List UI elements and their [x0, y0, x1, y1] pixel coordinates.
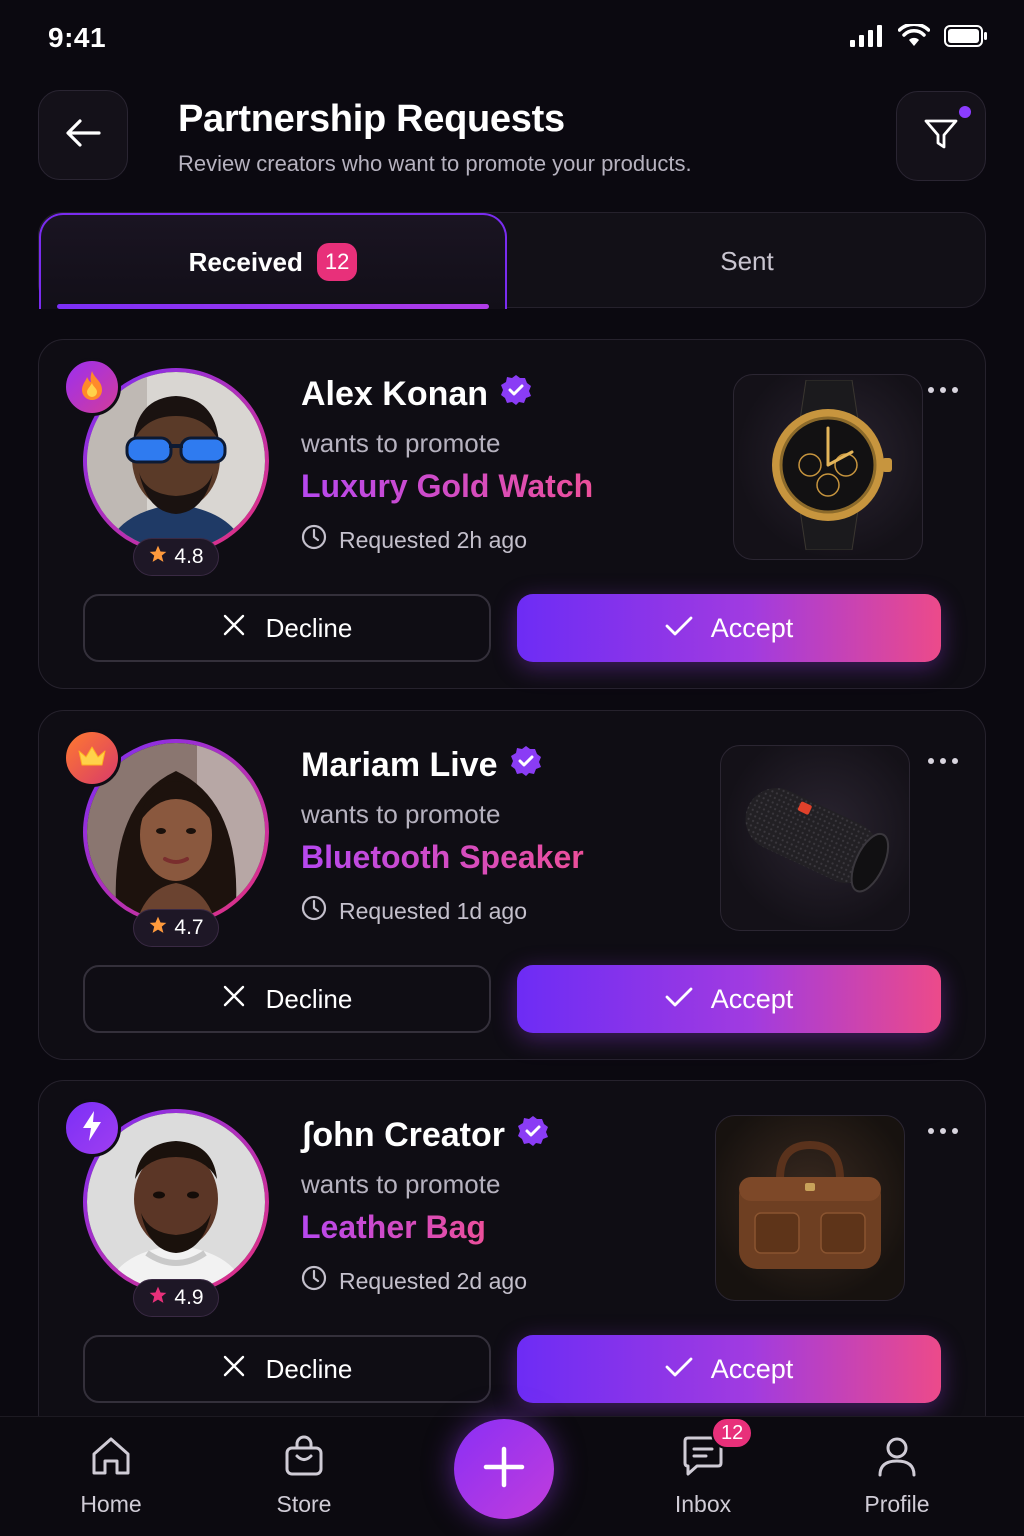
nav-profile[interactable]: Profile — [837, 1435, 957, 1518]
tab-sent-label: Sent — [720, 245, 774, 276]
request-tabs: Received 12 Sent — [38, 212, 986, 309]
product-image[interactable] — [720, 745, 910, 931]
tab-received[interactable]: Received 12 — [39, 213, 507, 309]
wants-to-promote-label: wants to promote — [301, 428, 501, 458]
requested-time: Requested 2h ago — [301, 524, 527, 556]
rating-value: 4.9 — [174, 1286, 204, 1309]
accept-button[interactable]: Accept — [517, 1335, 941, 1403]
lightning-badge — [63, 1099, 121, 1157]
clock-icon — [301, 524, 327, 556]
create-button[interactable] — [454, 1419, 554, 1519]
product-image[interactable] — [733, 374, 923, 560]
bag-icon — [725, 1131, 895, 1286]
more-options-button[interactable] — [927, 1111, 959, 1142]
speaker-icon — [730, 776, 900, 901]
creator-avatar-wrap[interactable]: 4.9 — [63, 1099, 269, 1317]
nav-home[interactable]: Home — [51, 1435, 171, 1518]
rating-value: 4.7 — [174, 916, 204, 939]
decline-button[interactable]: Decline — [83, 594, 491, 662]
close-icon — [222, 613, 246, 644]
product-name[interactable]: Bluetooth Speaker — [301, 839, 584, 876]
star-icon — [148, 915, 168, 941]
bottom-nav: Home Store 12 Inbox Profile — [0, 1416, 1024, 1536]
inbox-count-badge: 12 — [711, 1417, 754, 1449]
check-icon — [665, 1354, 693, 1385]
filter-active-dot — [959, 106, 971, 118]
product-name[interactable]: Luxury Gold Watch — [301, 468, 593, 505]
chat-icon: 12 — [681, 1417, 754, 1483]
close-icon — [222, 1354, 246, 1385]
watch-icon — [748, 379, 908, 555]
verified-icon — [510, 745, 542, 786]
back-button[interactable] — [38, 90, 128, 180]
nav-store[interactable]: Store — [244, 1435, 364, 1518]
tab-received-label: Received — [188, 246, 303, 277]
more-options-button[interactable] — [927, 370, 959, 401]
wants-to-promote-label: wants to promote — [301, 799, 501, 829]
product-image[interactable] — [715, 1115, 905, 1301]
status-bar: 9:41 — [0, 0, 1024, 80]
requested-time: Requested 2d ago — [301, 1265, 527, 1297]
lightning-icon — [81, 1110, 103, 1147]
crown-icon — [76, 743, 108, 774]
decline-button[interactable]: Decline — [83, 965, 491, 1033]
verified-icon — [517, 1115, 549, 1156]
star-icon — [148, 1285, 168, 1311]
creator-name[interactable]: ʃohn Creator — [301, 1115, 549, 1156]
creator-name[interactable]: Mariam Live — [301, 745, 542, 786]
close-icon — [222, 984, 246, 1015]
wifi-icon — [897, 22, 931, 53]
wants-to-promote-label: wants to promote — [301, 1169, 501, 1199]
rating-value: 4.8 — [174, 545, 204, 568]
page-title: Partnership Requests — [178, 98, 565, 140]
product-name[interactable]: Leather Bag — [301, 1209, 486, 1246]
check-icon — [665, 984, 693, 1015]
accept-button[interactable]: Accept — [517, 965, 941, 1033]
filter-icon — [923, 116, 959, 157]
more-horizontal-icon — [927, 1111, 959, 1141]
active-tab-indicator — [57, 304, 489, 309]
more-horizontal-icon — [927, 370, 959, 400]
signal-icon — [850, 25, 884, 52]
page-subtitle: Review creators who want to promote your… — [178, 151, 692, 176]
rating-pill: 4.8 — [133, 538, 219, 576]
filter-button[interactable] — [896, 91, 986, 181]
fire-icon — [78, 369, 106, 406]
verified-icon — [500, 374, 532, 415]
rating-pill: 4.9 — [133, 1279, 219, 1317]
nav-inbox[interactable]: 12 Inbox — [643, 1417, 763, 1518]
clock-icon — [301, 895, 327, 927]
request-card: 4.9 ʃohn Creator wants to promote Leathe… — [38, 1080, 986, 1440]
decline-button[interactable]: Decline — [83, 1335, 491, 1403]
plus-icon — [482, 1445, 526, 1494]
home-icon — [90, 1435, 132, 1483]
request-card: 4.7 Mariam Live wants to promote Bluetoo… — [38, 710, 986, 1060]
accept-button[interactable]: Accept — [517, 594, 941, 662]
crown-badge — [63, 729, 121, 787]
requested-time: Requested 1d ago — [301, 895, 527, 927]
request-card: 4.8 Alex Konan wants to promote Luxury G… — [38, 339, 986, 689]
creator-avatar-wrap[interactable]: 4.8 — [63, 358, 269, 576]
received-count-badge: 12 — [316, 243, 358, 281]
user-icon — [876, 1435, 918, 1483]
clock-icon — [301, 1265, 327, 1297]
arrow-left-icon — [65, 118, 101, 153]
creator-name[interactable]: Alex Konan — [301, 374, 532, 415]
creator-avatar-wrap[interactable]: 4.7 — [63, 729, 269, 947]
fire-badge — [63, 358, 121, 416]
check-icon — [665, 613, 693, 644]
more-horizontal-icon — [927, 741, 959, 771]
status-time: 9:41 — [48, 22, 107, 53]
star-icon — [148, 544, 168, 570]
battery-icon — [944, 25, 988, 52]
shopping-bag-icon — [283, 1435, 325, 1483]
more-options-button[interactable] — [927, 741, 959, 772]
tab-sent[interactable]: Sent — [509, 213, 985, 309]
rating-pill: 4.7 — [133, 909, 219, 947]
